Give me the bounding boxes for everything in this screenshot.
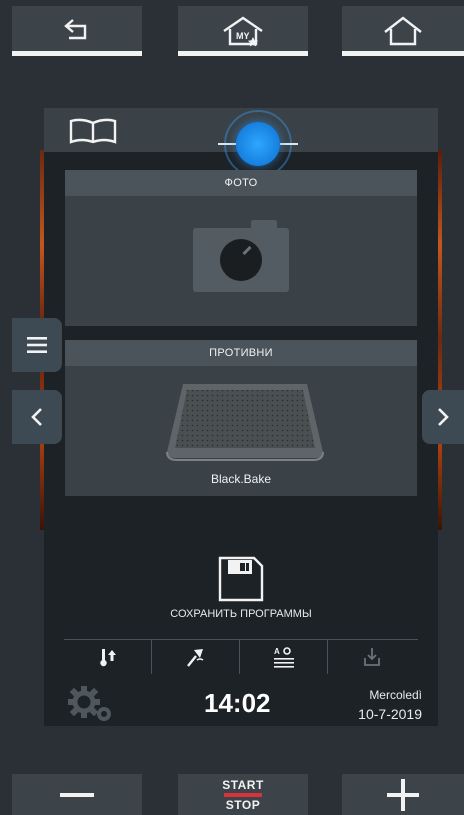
floppy-disk-icon <box>218 556 264 602</box>
chevron-left-icon <box>31 408 42 426</box>
next-button[interactable] <box>422 390 464 444</box>
date-label: 10-7-2019 <box>358 706 422 722</box>
my-badge-text: MY <box>236 31 250 41</box>
minus-icon <box>60 792 94 797</box>
svg-text:A: A <box>274 647 280 656</box>
probe-button[interactable] <box>152 640 240 674</box>
my-home-button[interactable]: MY <box>178 6 308 56</box>
back-button-underline <box>12 51 142 56</box>
top-navigation-bar: MY <box>0 0 464 56</box>
stop-indicator-line <box>224 792 262 797</box>
knob-line-right <box>280 143 298 145</box>
clock-time: 14:02 <box>204 688 271 718</box>
main-panel: ФОТО ПРОТИВНИ Black.Bake СОХРАНИТЬ ПРОГР… <box>44 108 438 726</box>
panel-header <box>44 108 438 178</box>
menu-button[interactable] <box>12 318 62 372</box>
my-home-icon: MY <box>223 16 263 47</box>
my-home-button-underline <box>178 51 308 56</box>
temperature-up-icon <box>99 649 116 667</box>
photo-card-title: ФОТО <box>65 170 417 196</box>
baking-tray-image <box>166 384 324 461</box>
home-icon <box>384 16 422 46</box>
stop-label: STOP <box>225 797 261 812</box>
plus-icon <box>387 778 419 811</box>
plus-button[interactable] <box>342 774 464 815</box>
minus-button[interactable] <box>12 774 142 815</box>
status-bar: 14:02 Mercoledì 10-7-2019 <box>44 680 438 726</box>
download-button[interactable] <box>328 640 416 674</box>
save-programs-label: СОХРАНИТЬ ПРОГРАММЫ <box>170 608 312 620</box>
book-icon[interactable] <box>68 118 118 144</box>
settings-gears-icon[interactable] <box>66 684 116 724</box>
oven-app-screen: MY ФОТО ПРОТИВНИ Black.Bake СОХРАНИТЬ ПР… <box>0 0 464 815</box>
previous-button[interactable] <box>12 390 62 444</box>
home-button-underline <box>342 51 464 56</box>
text-settings-button[interactable]: A <box>240 640 328 674</box>
start-label: START <box>222 777 264 792</box>
trays-card-title: ПРОТИВНИ <box>65 340 417 366</box>
knob-center <box>236 122 280 166</box>
knob-line-left <box>218 143 236 145</box>
start-stop-button[interactable]: START STOP <box>178 774 308 815</box>
tool-icon-row: A <box>64 639 418 674</box>
photo-card[interactable]: ФОТО <box>65 170 417 326</box>
hamburger-menu-icon <box>27 337 47 353</box>
download-icon <box>364 648 380 666</box>
home-button[interactable] <box>342 6 464 56</box>
tray-name: Black.Bake <box>210 472 272 486</box>
weekday-label: Mercoledì <box>369 688 422 702</box>
text-settings-icon: A <box>273 647 294 668</box>
back-button[interactable] <box>12 6 142 56</box>
camera-icon <box>193 220 289 292</box>
chevron-right-icon <box>438 408 449 426</box>
probe-icon <box>186 649 203 667</box>
trays-card[interactable]: ПРОТИВНИ Black.Bake <box>65 340 417 496</box>
back-arrow-icon <box>64 19 87 40</box>
temperature-up-button[interactable] <box>64 640 152 674</box>
